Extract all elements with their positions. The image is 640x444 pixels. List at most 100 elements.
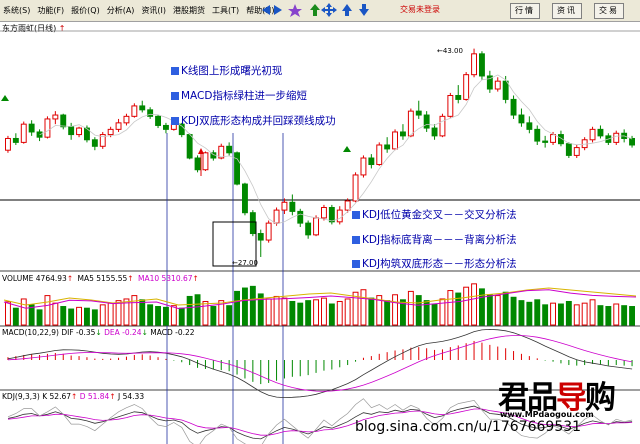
candle-body (376, 144, 383, 166)
volume-bar (52, 302, 59, 326)
candle-body (68, 126, 75, 136)
annotation-macd: MACD指标绿柱进一步缩短 (171, 88, 307, 103)
volume-bar (565, 300, 572, 326)
macd-panel-label: MACD(10,22,9) DIF -0.35↓ DEA -0.24↓ MACD… (2, 328, 195, 337)
volume-bar (305, 300, 312, 326)
candle-body (297, 210, 304, 224)
candle-body (629, 137, 635, 146)
volume-bar (542, 304, 549, 326)
candle-body (542, 140, 549, 143)
volume-bar (447, 290, 454, 326)
candle-body (123, 115, 130, 124)
volume-bar (115, 300, 122, 326)
volume-bar (139, 299, 146, 326)
green-arrow-left (1, 95, 9, 101)
candle-body (91, 139, 98, 147)
volume-bar (131, 295, 138, 326)
candle-body (471, 53, 477, 76)
annotation-kdj-double-bottom: KDJ双底形态构成并回踩颈线成功 (171, 113, 336, 128)
volume-bar (313, 299, 319, 326)
annotation-kdj-divergence: KDJ指标底背离－－－背离分析法 (352, 232, 517, 247)
volume-bar (550, 302, 556, 326)
volume-bar (155, 306, 161, 326)
volume-ma10-line (3, 289, 637, 309)
volume-bar (352, 291, 359, 326)
candle-body (257, 233, 264, 241)
volume-bar (558, 303, 564, 326)
volume-series (3, 283, 637, 326)
candle-body (249, 212, 256, 235)
candle-body (502, 80, 509, 100)
volume-bar (479, 288, 485, 326)
candle-body (510, 98, 517, 116)
volume-bar (486, 294, 493, 326)
candle-body (336, 209, 343, 223)
volume-bar (526, 301, 533, 326)
candle-body (115, 122, 122, 130)
volume-bar (597, 305, 604, 326)
candle-body (344, 200, 351, 211)
volume-bar (107, 302, 114, 326)
price-ma5-line (39, 74, 633, 225)
volume-bar (91, 309, 98, 326)
volume-bar (392, 294, 398, 326)
volume-bar (534, 299, 541, 326)
red-arrow-head (198, 148, 204, 154)
candle-body (494, 80, 501, 90)
volume-bar (202, 300, 209, 326)
candle-body (550, 134, 556, 143)
candle-body (352, 174, 359, 202)
volume-panel-label: VOLUME 4764.93↑ MA5 5155.55↑ MA10 5310.6… (2, 274, 199, 283)
volume-bar (494, 295, 501, 326)
volume-bar (328, 303, 335, 326)
candle-body (131, 105, 138, 117)
volume-bar (5, 301, 11, 326)
candle-body (60, 114, 67, 128)
volume-bar (210, 306, 217, 326)
volume-bar (321, 297, 327, 326)
candle-body (305, 222, 312, 236)
volume-bar (194, 294, 201, 326)
candle-body (613, 132, 620, 143)
volume-bar (407, 290, 414, 326)
volume-bar (20, 298, 27, 326)
candle-body (589, 128, 596, 141)
annotation-kdj-pattern: KDJ构筑双底形态－－形态分析法 (352, 256, 517, 271)
volume-bar (518, 300, 525, 326)
volume-bar (36, 309, 43, 326)
candle-body (139, 105, 146, 111)
volume-bar (463, 286, 470, 326)
candle-body (431, 127, 438, 137)
candle-body (321, 206, 327, 219)
candle-body (76, 127, 82, 136)
candle-body (226, 145, 233, 154)
candle-body (455, 95, 462, 100)
volume-bar (60, 306, 67, 326)
volume-bar (226, 305, 233, 326)
volume-bar (163, 306, 169, 326)
candle-body (28, 123, 35, 133)
candle-body (384, 144, 391, 150)
candle-body (565, 143, 572, 156)
candle-body (415, 110, 422, 116)
candle-body (20, 123, 27, 143)
candle-body (597, 128, 604, 137)
volume-bar (76, 306, 82, 326)
candle-body (242, 183, 248, 214)
volume-bar (84, 307, 90, 326)
candle-body (163, 124, 169, 130)
volume-bar (360, 289, 367, 326)
candle-body (12, 137, 19, 143)
candle-body (526, 122, 533, 130)
candle-body (423, 114, 430, 129)
candle-body (234, 152, 240, 185)
candle-body (5, 137, 11, 151)
volume-bar (249, 285, 256, 326)
candle-body (265, 222, 272, 241)
volume-bar (99, 304, 106, 326)
candle-body (439, 115, 446, 137)
volume-bar (621, 305, 628, 326)
watermark-site: www.MPdaogou.com (500, 410, 594, 419)
volume-bar (147, 304, 154, 326)
volume-bar (336, 300, 343, 326)
